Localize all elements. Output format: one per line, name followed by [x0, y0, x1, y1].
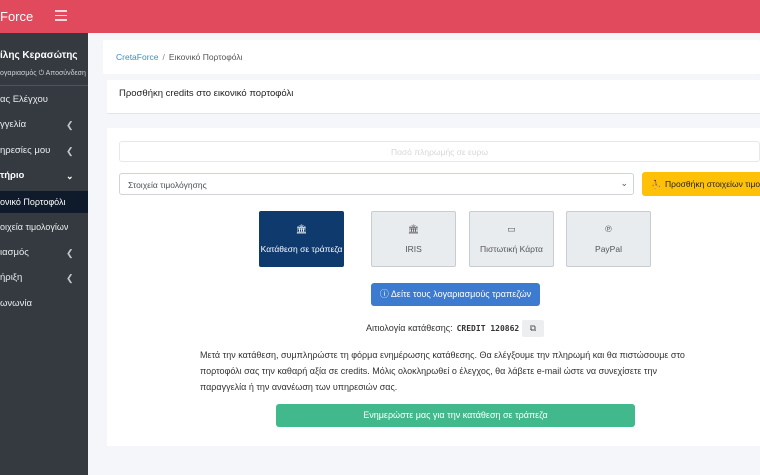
info-circle-icon: ⓘ: [379, 289, 389, 299]
billing-details-select[interactable]: Στοιχεία τιμολόγησης ⌄: [119, 173, 634, 195]
chevron-down-icon: ⌄: [66, 171, 74, 181]
user-plus-icon: ⛹: [651, 180, 661, 189]
chevron-down-icon: ⌄: [620, 178, 628, 188]
paypal-icon: ℗: [605, 224, 612, 234]
sidebar-item-label: οιχεία τιμολογίων: [0, 222, 69, 232]
chevron-left-icon: ❮: [66, 273, 74, 283]
payment-method-label: PayPal: [595, 244, 622, 254]
copy-reference-button[interactable]: ⧉: [522, 320, 544, 337]
sidebar-item-label: τήριο: [0, 170, 25, 181]
sidebar-item-label: γγελία: [0, 119, 27, 130]
payment-method-credit-card[interactable]: ▭ Πιστωτική Κάρτα: [469, 211, 554, 267]
amount-input[interactable]: Ποσό πληρωμής σε ευρω: [119, 141, 760, 162]
deposit-reference-label: Αιτιολογία κατάθεσης:: [366, 323, 453, 333]
breadcrumb-separator: /: [162, 52, 165, 62]
sidebar-item-billing-details[interactable]: οιχεία τιμολογίων: [0, 216, 88, 238]
payment-method-label: Κατάθεση σε τράπεζα: [260, 244, 343, 254]
sidebar-item-label: ηρεσίες μου: [0, 145, 51, 156]
view-bank-accounts-label: Δείτε τους λογαριασμούς τραπεζών: [390, 289, 532, 299]
payment-method-paypal[interactable]: ℗ PayPal: [566, 211, 651, 267]
deposit-instructions: Μετά την κατάθεση, συμπληρώστε τη φόρμα …: [200, 350, 685, 392]
sidebar: ίλης Κερασώτης ογαριασμός ⏻ Αποσύνδεση α…: [0, 33, 88, 475]
sidebar-divider: [0, 85, 88, 86]
brand-logo[interactable]: Force: [0, 9, 33, 24]
sidebar-item-dashboard[interactable]: ας Ελέγχου: [0, 89, 88, 111]
deposit-reference: Αιτιολογία κατάθεσης: CREDIT 120862: [366, 323, 519, 333]
add-billing-details-button[interactable]: ⛹ Προσθήκη στοιχείων τιμολό: [642, 172, 760, 196]
copy-icon: ⧉: [529, 323, 537, 333]
sidebar-item-label: ωνωνία: [0, 298, 32, 309]
breadcrumb-current: Εικονικό Πορτοφόλι: [168, 52, 243, 62]
payment-method-bank-transfer[interactable]: 🏛 Κατάθεση σε τράπεζα: [259, 211, 344, 267]
credit-card-icon: ▭: [507, 224, 516, 234]
chevron-left-icon: ❮: [66, 248, 74, 258]
sidebar-item-store[interactable]: τήριο ⌄: [0, 165, 88, 187]
sidebar-item-label: ήριξη: [0, 272, 23, 283]
sidebar-item-communication[interactable]: ωνωνία: [0, 293, 88, 315]
card-header: Προσθήκη credits στο εικονικό πορτοφόλι: [107, 80, 760, 114]
bank-icon: 🏛: [407, 224, 420, 234]
sidebar-item-label: ας Ελέγχου: [0, 94, 48, 105]
payment-method-label: Πιστωτική Κάρτα: [480, 244, 543, 254]
notify-bank-deposit-button[interactable]: Ενημερώστε μας για την κατάθεση σε τράπε…: [276, 404, 635, 427]
chevron-left-icon: ❮: [66, 146, 74, 156]
page-title: Προσθήκη credits στο εικονικό πορτοφόλι: [119, 88, 294, 99]
sidebar-item-announcements[interactable]: γγελία ❮: [0, 114, 88, 136]
sidebar-item-label: ιασμός: [0, 247, 29, 258]
sidebar-item-invoicing[interactable]: ιασμός ❮: [0, 242, 88, 264]
bank-icon: 🏛: [295, 224, 308, 234]
sidebar-item-label: ονικό Πορτοφόλι: [0, 197, 66, 207]
breadcrumb: CretaForce / Εικονικό Πορτοφόλι: [103, 40, 760, 74]
sidebar-item-virtual-wallet[interactable]: ονικό Πορτοφόλι: [0, 191, 88, 213]
sidebar-item-support[interactable]: ήριξη ❮: [0, 267, 88, 289]
chevron-left-icon: ❮: [66, 120, 74, 130]
payment-method-iris[interactable]: 🏛 IRIS: [371, 211, 456, 267]
top-navbar: Force: [0, 0, 760, 33]
payment-method-label: IRIS: [405, 244, 422, 254]
sidebar-item-services[interactable]: ηρεσίες μου ❮: [0, 140, 88, 162]
add-billing-details-label: Προσθήκη στοιχείων τιμολό: [664, 179, 760, 189]
menu-toggle-icon[interactable]: [55, 10, 67, 21]
breadcrumb-home-link[interactable]: CretaForce: [116, 52, 159, 62]
view-bank-accounts-button[interactable]: ⓘ Δείτε τους λογαριασμούς τραπεζών: [371, 283, 540, 306]
deposit-reference-code: CREDIT 120862: [456, 324, 520, 333]
billing-details-select-value: Στοιχεία τιμολόγησης: [128, 180, 207, 190]
user-name[interactable]: ίλης Κερασώτης: [0, 50, 78, 61]
amount-input-placeholder: Ποσό πληρωμής σε ευρω: [391, 147, 488, 157]
user-account-links[interactable]: ογαριασμός ⏻ Αποσύνδεση: [0, 70, 86, 78]
